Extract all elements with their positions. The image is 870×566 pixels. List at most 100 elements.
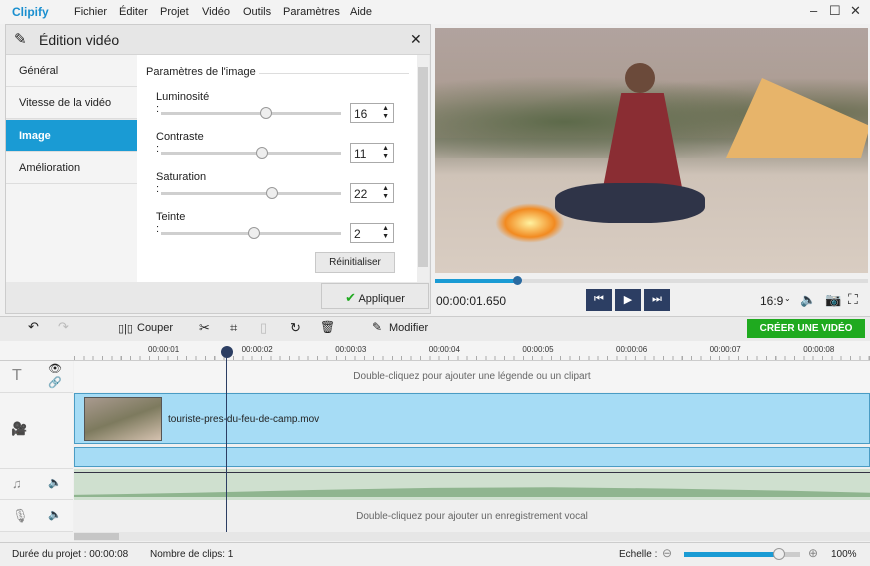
camera-icon[interactable]: 📷: [825, 292, 841, 308]
caption-track-header: T 👁 🔗: [0, 361, 73, 393]
param-slider[interactable]: [161, 152, 341, 155]
close-window-button[interactable]: ✕: [850, 3, 861, 19]
timeline-ruler[interactable]: [74, 341, 870, 361]
spin-arrows-icon[interactable]: ▲ ▼: [382, 185, 389, 201]
frame-icon[interactable]: ▯: [260, 320, 267, 336]
video-camera-icon: 🎥: [11, 421, 28, 436]
tab-enhancement[interactable]: Amélioration: [6, 152, 137, 184]
menu-fichier[interactable]: Fichier: [74, 6, 107, 18]
volume-icon[interactable]: 🔈: [800, 292, 816, 308]
spin-arrows-icon[interactable]: ▲ ▼: [382, 105, 389, 121]
slider-thumb[interactable]: [260, 107, 272, 119]
menu-projet[interactable]: Projet: [160, 6, 189, 18]
panel-header: ✎ Édition vidéo ✕: [6, 25, 430, 55]
voice-track-header: 🎙 🔈: [0, 500, 73, 532]
minimize-button[interactable]: –: [810, 3, 817, 18]
voice-track[interactable]: Double-cliquez pour ajouter un enregistr…: [74, 500, 870, 532]
ruler-tick-label: 00:00:01: [148, 345, 180, 354]
edit-icon: ✎: [372, 320, 383, 334]
music-note-icon: ♫: [12, 476, 22, 491]
undo-icon[interactable]: ↶: [28, 319, 39, 335]
tab-general[interactable]: Général: [6, 55, 137, 87]
crop-icon[interactable]: ⌗: [230, 320, 237, 336]
prev-frame-button[interactable]: ⏮: [586, 289, 612, 311]
status-bar: Durée du projet : 00:00:08 Nombre de cli…: [0, 542, 870, 566]
aspect-ratio-select[interactable]: 16:9: [760, 294, 783, 308]
video-clip[interactable]: touriste-pres-du-feu-de-camp.mov: [74, 393, 870, 444]
apply-label: Appliquer: [358, 293, 405, 305]
fullscreen-icon[interactable]: ⛶: [848, 291, 858, 308]
check-icon: ✔: [345, 290, 356, 305]
menu-video[interactable]: Vidéo: [202, 6, 230, 18]
clip-name: touriste-pres-du-feu-de-camp.mov: [168, 414, 320, 425]
panel-title: Édition vidéo: [39, 32, 120, 48]
menu-aide[interactable]: Aide: [350, 6, 372, 18]
clip-count: Nombre de clips: 1: [150, 549, 234, 560]
spin-arrows-icon[interactable]: ▲ ▼: [382, 145, 389, 161]
rotate-icon[interactable]: ↻: [290, 320, 301, 336]
create-video-button[interactable]: CRÉER UNE VIDÉO: [747, 319, 865, 338]
link-icon[interactable]: 🔗: [48, 376, 62, 389]
menu-parametres[interactable]: Paramètres: [283, 6, 340, 18]
playhead-handle[interactable]: [221, 346, 233, 358]
clip-audio-bar[interactable]: [74, 447, 870, 467]
scrollbar[interactable]: [417, 55, 429, 282]
trash-icon[interactable]: 🗑: [320, 320, 335, 334]
app-logo: Clipify: [12, 5, 49, 19]
param-value: 16: [354, 107, 368, 121]
redo-icon[interactable]: ↷: [58, 319, 69, 335]
tab-speed[interactable]: Vitesse de la vidéo: [6, 87, 137, 119]
slider-thumb[interactable]: [248, 227, 260, 239]
caption-track[interactable]: Double-cliquez pour ajouter une légende …: [74, 361, 870, 392]
eye-icon[interactable]: 👁: [48, 362, 62, 375]
slider-thumb[interactable]: [266, 187, 278, 199]
reset-button[interactable]: Réinitialiser: [315, 252, 395, 273]
scale-slider[interactable]: [684, 548, 800, 560]
param-slider[interactable]: [161, 192, 341, 195]
param-slider[interactable]: [161, 112, 341, 115]
zoom-in-icon[interactable]: ⊕: [808, 546, 818, 560]
maximize-button[interactable]: ☐: [829, 3, 841, 19]
param-value: 22: [354, 187, 368, 201]
image-settings: Paramètres de l'image Luminosité : 16 ▲ ▼ C…: [137, 55, 417, 282]
param-value: 11: [354, 147, 367, 161]
video-edit-panel: ✎ Édition vidéo ✕ Général Vitesse de la …: [5, 24, 431, 314]
speaker-icon[interactable]: 🔈: [48, 508, 62, 521]
scale-label: Echelle :: [619, 549, 658, 560]
split-icon: ▯|▯: [118, 323, 133, 335]
param-spinbox[interactable]: 11 ▲ ▼: [350, 143, 394, 163]
timeline-scrollbar[interactable]: [74, 532, 870, 541]
clip-thumbnail: [84, 397, 162, 441]
menu-editer[interactable]: Éditer: [119, 6, 148, 18]
scissors-icon[interactable]: ✂: [199, 320, 210, 336]
playback-progress[interactable]: [435, 276, 868, 285]
video-preview[interactable]: [435, 28, 868, 273]
ruler-tick-label: 00:00:06: [616, 345, 648, 354]
slider-thumb[interactable]: [256, 147, 268, 159]
menu-outils[interactable]: Outils: [243, 6, 271, 18]
param-spinbox[interactable]: 2 ▲ ▼: [350, 223, 394, 243]
param-spinbox[interactable]: 16 ▲ ▼: [350, 103, 394, 123]
ruler-tick-label: 00:00:07: [709, 345, 741, 354]
ruler-tick-label: 00:00:04: [428, 345, 460, 354]
ruler-tick-label: 00:00:08: [803, 345, 835, 354]
spin-arrows-icon[interactable]: ▲ ▼: [382, 225, 389, 241]
speaker-icon[interactable]: 🔈: [48, 476, 62, 489]
zoom-percent: 100%: [831, 549, 857, 560]
time-display: 00:00:01.650: [436, 294, 507, 308]
tab-image[interactable]: Image: [6, 120, 137, 152]
close-panel-button[interactable]: ✕: [410, 31, 422, 48]
ruler-tick-label: 00:00:03: [335, 345, 367, 354]
playhead[interactable]: [226, 350, 227, 532]
music-track[interactable]: [74, 469, 870, 500]
zoom-out-icon[interactable]: ⊖: [662, 546, 672, 560]
play-button[interactable]: ▶: [615, 289, 641, 311]
modify-button[interactable]: Modifier: [389, 322, 428, 334]
next-frame-button[interactable]: ⏭: [644, 289, 670, 311]
param-spinbox[interactable]: 22 ▲ ▼: [350, 183, 394, 203]
cut-button[interactable]: Couper: [137, 322, 173, 334]
apply-button[interactable]: ✔ Appliquer: [321, 283, 429, 309]
section-title: Paramètres de l'image: [146, 66, 256, 78]
param-value: 2: [354, 227, 361, 241]
microphone-icon: 🎙: [12, 508, 29, 523]
